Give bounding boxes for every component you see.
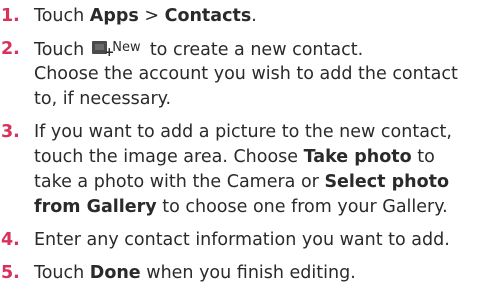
bold-term: Take photo: [303, 147, 412, 167]
text-run: when you finish editing.: [140, 263, 356, 283]
step-text-line: Enter any contact information you want t…: [34, 230, 450, 250]
step-text-line: to, if necessary.: [34, 89, 172, 109]
step-text-line: from Gallery to choose one from your Gal…: [34, 195, 448, 220]
step-2: 2. Touch + New to create a new contact. Ch…: [0, 37, 489, 112]
text-run: to: [411, 147, 435, 167]
step-number: 1.: [1, 6, 20, 26]
text-run: Touch: [34, 6, 90, 26]
step-text-line: Touch + New to create a new contact.: [34, 37, 363, 63]
text-run: Touch: [34, 263, 90, 283]
instruction-list: 1. Touch Apps > Contacts. 2. Touch + New t…: [0, 0, 489, 298]
step-text-line: Touch Apps > Contacts.: [34, 4, 257, 29]
step-4: 4. Enter any contact information you wan…: [0, 228, 489, 253]
step-text-line: Choose the account you wish to add the c…: [34, 64, 458, 84]
step-text-line: If you want to add a picture to the new …: [34, 122, 452, 142]
step-text-line: Touch Done when you finish editing.: [34, 261, 356, 286]
bold-term: Contacts: [164, 6, 252, 26]
new-icon-label: New: [112, 40, 141, 55]
step-3: 3. If you want to add a picture to the n…: [0, 120, 489, 220]
step-number: 3.: [1, 122, 20, 142]
bold-term: from Gallery: [34, 197, 157, 217]
text-run: to choose one from your Gallery.: [156, 197, 448, 217]
text-run: Touch: [34, 40, 85, 60]
text-run: take a photo with the Camera or: [34, 172, 325, 192]
text-run: .: [251, 6, 257, 26]
text-run: >: [138, 6, 165, 26]
step-number: 4.: [1, 230, 20, 250]
bold-term: Apps: [89, 6, 139, 26]
step-number: 2.: [1, 39, 20, 59]
step-text-line: take a photo with the Camera or Select p…: [34, 170, 449, 195]
step-number: 5.: [1, 263, 20, 283]
new-contact-icon: + New: [90, 37, 142, 59]
text-run: to create a new contact.: [149, 40, 364, 60]
step-1: 1. Touch Apps > Contacts.: [0, 4, 489, 29]
bold-term: Select photo: [324, 172, 450, 192]
bold-term: Done: [89, 263, 141, 283]
step-5: 5. Touch Done when you finish editing.: [0, 261, 489, 286]
step-text-line: touch the image area. Choose Take photo …: [34, 145, 435, 170]
text-run: touch the image area. Choose: [34, 147, 304, 167]
